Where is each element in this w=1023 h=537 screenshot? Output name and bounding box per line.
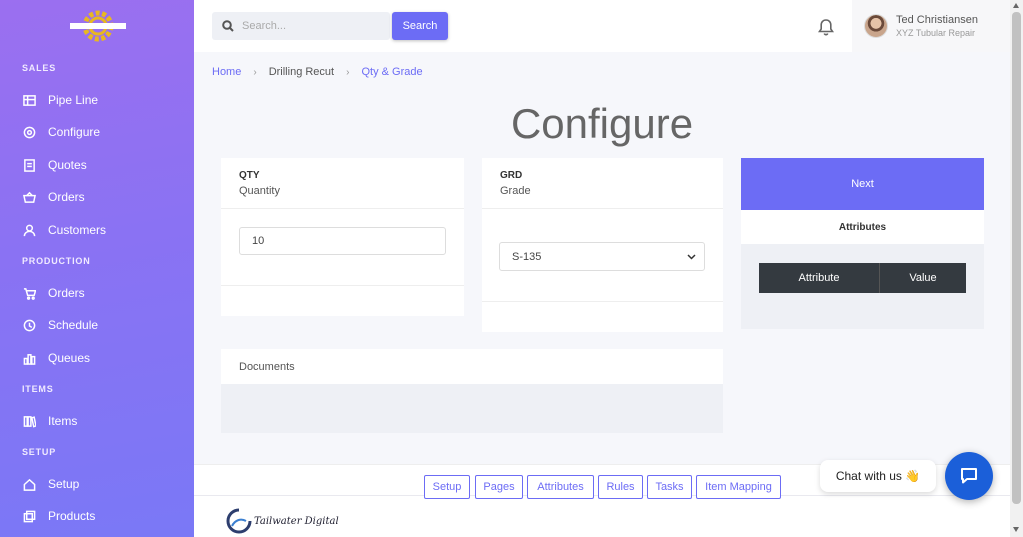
nav-item-label: Queues (48, 351, 91, 365)
footer-rules-button[interactable]: Rules (598, 475, 643, 499)
clock-icon (22, 318, 36, 332)
table-icon (22, 93, 36, 107)
nav-item-production-orders[interactable]: Orders (22, 281, 182, 305)
chat-prompt[interactable]: Chat with us 👋 (820, 460, 936, 492)
top-header: Search Ted Christiansen XYZ Tubular Repa… (194, 0, 1010, 52)
chevron-right-icon: › (253, 66, 257, 78)
app-logo[interactable] (70, 10, 126, 42)
nav-item-label: Pipe Line (48, 93, 99, 107)
nav-item-label: Customers (48, 223, 107, 237)
search-icon (222, 20, 234, 32)
page-title: Configure (510, 100, 694, 147)
next-button[interactable]: Next (741, 158, 984, 210)
nav-item-label: Schedule (48, 318, 99, 332)
avatar (864, 14, 888, 38)
sidebar: SALES Pipe Line Configure Quotes Orders … (0, 0, 194, 537)
qty-card-footer (221, 285, 464, 286)
vertical-scrollbar[interactable] (1010, 0, 1023, 537)
nav-item-setup[interactable]: Setup (22, 472, 182, 496)
user-menu[interactable]: Ted Christiansen XYZ Tubular Repair (852, 0, 1010, 52)
search-input[interactable] (242, 20, 382, 32)
attributes-card: Next Attributes Attribute Value (741, 158, 984, 329)
user-icon (22, 223, 36, 237)
grd-title: GRD (500, 170, 523, 181)
nav-item-schedule[interactable]: Schedule (22, 313, 182, 337)
user-org: XYZ Tubular Repair (896, 28, 976, 38)
nav-item-configure[interactable]: Configure (22, 120, 182, 144)
footer-item-mapping-button[interactable]: Item Mapping (696, 475, 781, 499)
nav-item-label: Items (48, 414, 78, 428)
nav-item-pipe-line[interactable]: Pipe Line (22, 88, 182, 112)
copy-icon (22, 509, 36, 523)
nav-item-queues[interactable]: Queues (22, 346, 182, 370)
chevron-right-icon: › (346, 66, 350, 78)
search-button[interactable]: Search (392, 12, 448, 40)
grade-select[interactable]: S-135 (499, 242, 705, 271)
footer-pages-button[interactable]: Pages (475, 475, 523, 499)
breadcrumb: Home › Drilling Recut › Qty & Grade (212, 66, 423, 78)
column-value[interactable]: Value (880, 263, 966, 293)
qty-title: QTY (239, 170, 260, 181)
grd-card: GRD Grade S-135 (482, 158, 723, 332)
wave-logo-icon (226, 508, 252, 534)
nav-item-label: Orders (48, 190, 85, 204)
grd-subtitle: Grade (500, 185, 531, 197)
section-label-items: ITEMS (22, 384, 54, 394)
section-label-production: PRODUCTION (22, 256, 91, 266)
attributes-table-header: Attribute Value (759, 263, 966, 293)
attributes-heading: Attributes (741, 210, 984, 244)
nav-item-customers[interactable]: Customers (22, 218, 182, 242)
notification-bell-icon[interactable] (817, 18, 835, 36)
scrollbar-thumb[interactable] (1012, 12, 1021, 504)
scroll-down-arrow-icon[interactable] (1013, 527, 1019, 532)
quantity-input[interactable]: 10 (239, 227, 446, 255)
brand-logo: Tailwater Digital (226, 508, 339, 534)
nav-item-label: Quotes (48, 158, 87, 172)
column-attribute[interactable]: Attribute (759, 263, 880, 293)
document-icon (22, 158, 36, 172)
chat-launcher-button[interactable] (945, 452, 993, 500)
nav-item-label: Orders (48, 286, 85, 300)
nav-item-label: Products (48, 509, 96, 523)
nav-item-items[interactable]: Items (22, 409, 182, 433)
nav-item-label: Configure (48, 125, 101, 139)
qty-card: QTY Quantity 10 (221, 158, 464, 316)
section-label-setup: SETUP (22, 447, 57, 457)
documents-title: Documents (221, 349, 723, 384)
grd-card-footer (482, 301, 723, 302)
section-label-sales: SALES (22, 63, 57, 73)
brand-name: Tailwater Digital (254, 515, 339, 527)
search-box (212, 12, 390, 40)
footer-tasks-button[interactable]: Tasks (647, 475, 692, 499)
chat-icon (961, 468, 977, 484)
breadcrumb-home[interactable]: Home (212, 66, 241, 78)
nav-item-orders[interactable]: Orders (22, 185, 182, 209)
qty-subtitle: Quantity (239, 185, 280, 197)
footer-attributes-button[interactable]: Attributes (527, 475, 594, 499)
footer-setup-button[interactable]: Setup (424, 475, 470, 499)
cart-icon (22, 286, 36, 300)
grade-select-value: S-135 (512, 250, 542, 263)
basket-icon (22, 190, 36, 204)
gear-icon (22, 125, 36, 139)
nav-item-products[interactable]: Products (22, 504, 182, 528)
breadcrumb-drilling-recut[interactable]: Drilling Recut (269, 66, 334, 78)
scroll-up-arrow-icon[interactable] (1013, 3, 1019, 8)
home-icon (22, 477, 36, 491)
chevron-down-icon (687, 253, 696, 260)
documents-card: Documents (221, 349, 723, 433)
bar-chart-icon (22, 351, 36, 365)
breadcrumb-current: Qty & Grade (361, 66, 423, 78)
nav-item-quotes[interactable]: Quotes (22, 153, 182, 177)
nav-item-label: Setup (48, 477, 80, 491)
user-name: Ted Christiansen (896, 14, 978, 26)
books-icon (22, 414, 36, 428)
